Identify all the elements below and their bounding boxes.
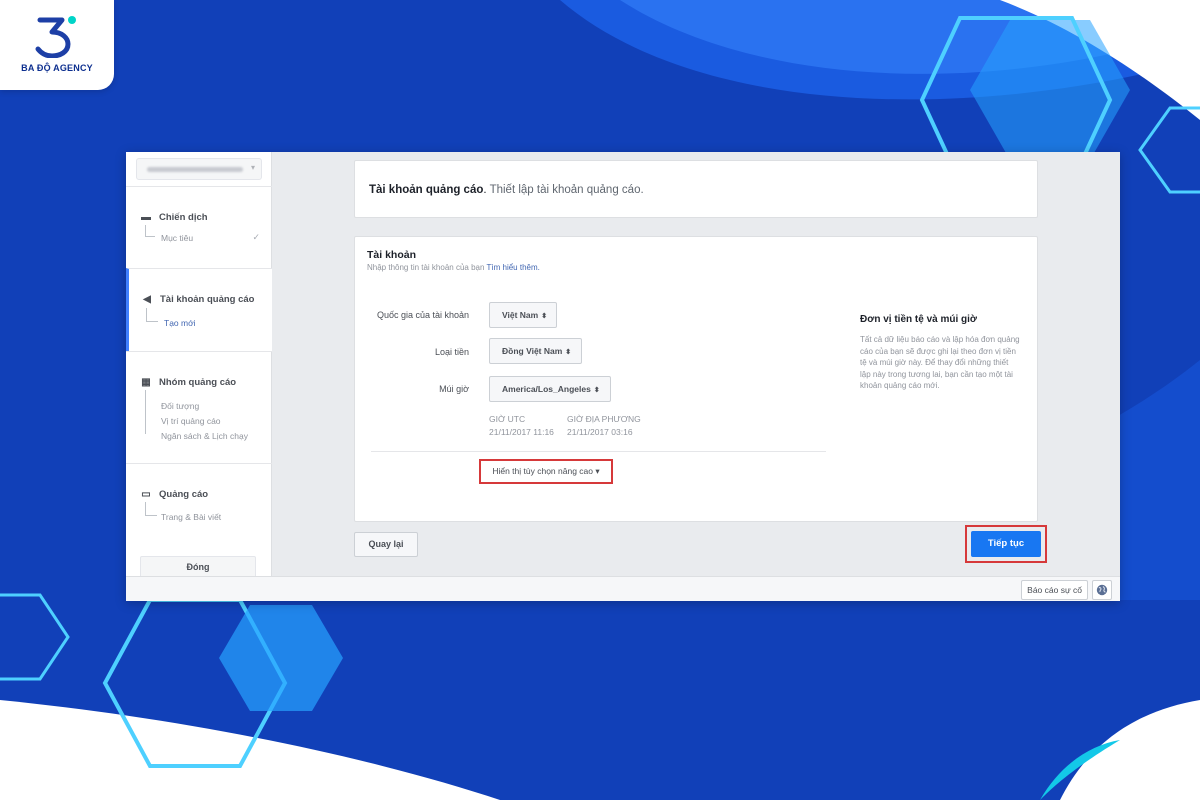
folder-icon: ▬ xyxy=(141,212,151,223)
sidebar-section-ad[interactable]: ▭ Quảng cáo Trang & Bài viết xyxy=(126,463,272,545)
sidebar-section-ad-set[interactable]: ▦ Nhóm quảng cáo Đối tượng Vị trí quảng … xyxy=(126,351,272,463)
page-subtitle: Thiết lập tài khoản quảng cáo. xyxy=(489,184,644,196)
check-icon: ✓ xyxy=(252,232,260,242)
info-text: Tất cả dữ liệu báo cáo và lập hóa đơn qu… xyxy=(860,335,1020,390)
utc-time-value: 21/11/2017 11:16 xyxy=(489,427,554,437)
info-title: Đơn vị tiền tệ và múi giờ xyxy=(860,314,978,325)
sidebar-item-placement[interactable]: Vị trí quảng cáo xyxy=(161,416,221,426)
brand-name: BA ĐỘ AGENCY xyxy=(21,63,93,73)
digit-3-logo-icon xyxy=(35,16,76,58)
sidebar-item-budget-schedule[interactable]: Ngân sách & Lịch chạy xyxy=(161,431,248,441)
advanced-options-label: Hiển thị tùy chọn nâng cao xyxy=(492,466,593,476)
sidebar-item-audience[interactable]: Đối tượng xyxy=(161,401,199,411)
timezone-label: Múi giờ xyxy=(439,384,469,394)
currency-select[interactable]: Đồng Việt Nam ⬍ xyxy=(489,338,582,364)
sidebar: ▾ ▬ Chiến dịch Mục tiêu ✓ ◀ Tài khoản qu… xyxy=(126,152,272,578)
utc-time-label: GIỜ UTC xyxy=(489,414,526,424)
sidebar-section-title: Tài khoản quảng cáo xyxy=(160,294,255,305)
form-title: Tài khoản xyxy=(367,249,417,261)
select-arrows-icon: ⬍ xyxy=(541,313,548,320)
select-arrows-icon: ⬍ xyxy=(593,387,600,394)
globe-button[interactable] xyxy=(1092,580,1112,600)
chevron-down-icon: ▾ xyxy=(250,163,255,172)
country-value: Việt Nam xyxy=(502,310,539,320)
globe-icon xyxy=(1096,584,1108,596)
sidebar-section-title: Nhóm quảng cáo xyxy=(159,377,237,388)
tree-connector xyxy=(145,502,157,516)
select-arrows-icon: ⬍ xyxy=(565,349,572,356)
header-card: Tài khoản quảng cáo. Thiết lập tài khoản… xyxy=(354,160,1038,218)
sidebar-section-ad-account[interactable]: ◀ Tài khoản quảng cáo Tạo mới xyxy=(126,268,272,351)
ad-icon: ▭ xyxy=(141,489,151,500)
local-time-value: 21/11/2017 03:16 xyxy=(567,427,633,437)
tree-connector xyxy=(145,390,157,434)
ads-manager-window: ▾ ▬ Chiến dịch Mục tiêu ✓ ◀ Tài khoản qu… xyxy=(126,152,1120,601)
page-title: Tài khoản quảng cáo xyxy=(369,184,484,196)
country-label: Quốc gia của tài khoản xyxy=(376,310,469,320)
tree-connector xyxy=(145,225,155,237)
show-advanced-options-button[interactable]: Hiển thị tùy chọn nâng cao ▾ xyxy=(479,459,613,484)
account-form-card: Tài khoản Nhập thông tin tài khoản của b… xyxy=(354,236,1038,522)
sidebar-item-page-post[interactable]: Trang & Bài viết xyxy=(161,512,221,522)
sidebar-section-title: Chiến dịch xyxy=(159,212,208,223)
brand-logo-card: BA ĐỘ AGENCY xyxy=(0,0,114,90)
account-selector[interactable]: ▾ xyxy=(136,158,262,180)
sidebar-section-title: Quảng cáo xyxy=(159,489,209,500)
back-button[interactable]: Quay lại xyxy=(354,532,418,557)
currency-value: Đồng Việt Nam xyxy=(502,346,563,356)
continue-button[interactable]: Tiếp tục xyxy=(971,531,1041,557)
divider xyxy=(371,451,826,452)
currency-label: Loại tiền xyxy=(434,347,469,357)
local-time-label: GIỜ ĐỊA PHƯƠNG xyxy=(567,414,641,424)
continue-button-highlight: Tiếp tục xyxy=(965,525,1047,563)
report-problem-button[interactable]: Báo cáo sự cố xyxy=(1021,580,1088,600)
caret-down-icon: ▾ xyxy=(595,466,600,476)
form-description: Nhập thông tin tài khoản của bạn xyxy=(367,263,485,272)
close-button[interactable]: Đóng xyxy=(140,556,256,578)
tree-connector xyxy=(146,308,158,322)
bottom-bar: Báo cáo sự cố xyxy=(126,576,1120,601)
country-select[interactable]: Việt Nam ⬍ xyxy=(489,302,557,328)
grid-icon: ▦ xyxy=(141,377,151,388)
sidebar-item-create-new[interactable]: Tạo mới xyxy=(164,318,196,328)
sidebar-section-campaign[interactable]: ▬ Chiến dịch Mục tiêu ✓ xyxy=(126,186,272,268)
sidebar-item-objective[interactable]: Mục tiêu xyxy=(161,233,193,243)
megaphone-icon: ◀ xyxy=(143,294,151,305)
learn-more-link[interactable]: Tìm hiểu thêm. xyxy=(487,263,540,272)
blurred-account-name xyxy=(147,167,243,172)
timezone-value: America/Los_Angeles xyxy=(502,384,591,394)
timezone-select[interactable]: America/Los_Angeles ⬍ xyxy=(489,376,611,402)
